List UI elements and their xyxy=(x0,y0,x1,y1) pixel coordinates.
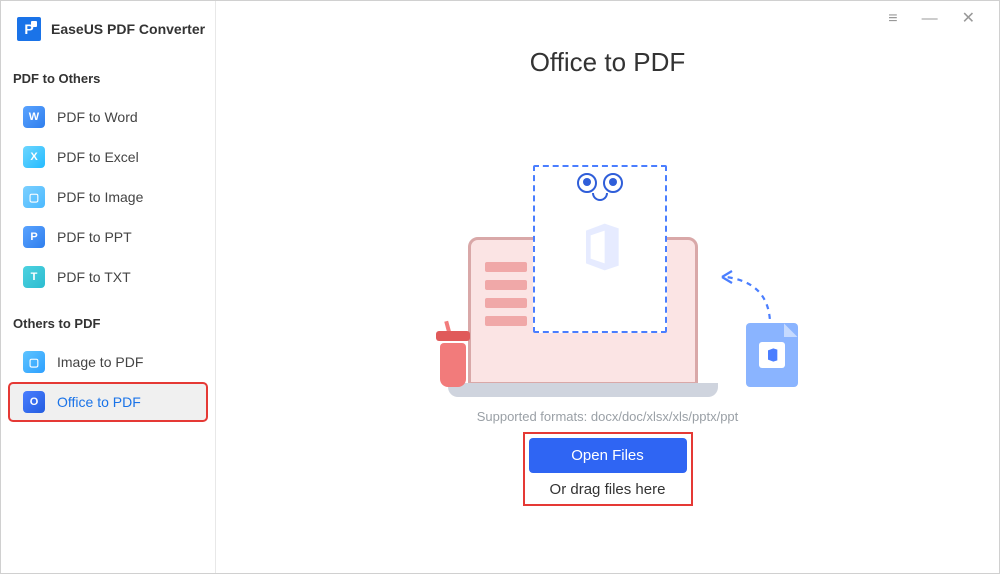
office-logo-icon xyxy=(572,219,628,275)
eyes-icon xyxy=(577,173,623,193)
section-others-to-pdf-label: Others to PDF xyxy=(1,308,215,341)
document-graphic xyxy=(533,165,667,333)
sidebar-item-label: PDF to Word xyxy=(57,109,138,125)
sidebar-item-pdf-to-image[interactable]: ▢ PDF to Image xyxy=(9,178,207,216)
office-icon: O xyxy=(23,391,45,413)
sidebar-item-label: PDF to Excel xyxy=(57,149,139,165)
drop-zone[interactable]: Supported formats: docx/doc/xlsx/xls/ppt… xyxy=(216,78,999,573)
menu-icon[interactable]: ≡ xyxy=(888,11,897,27)
sidebar-item-pdf-to-ppt[interactable]: P PDF to PPT xyxy=(9,218,207,256)
app-title: EaseUS PDF Converter xyxy=(51,21,205,37)
app-root: P EaseUS PDF Converter PDF to Others W P… xyxy=(1,1,999,573)
image-icon: ▢ xyxy=(23,186,45,208)
sidebar-item-label: PDF to Image xyxy=(57,189,143,205)
sidebar-item-office-to-pdf[interactable]: O Office to PDF xyxy=(9,383,207,421)
sidebar-item-label: Office to PDF xyxy=(57,394,141,410)
excel-icon: X xyxy=(23,146,45,168)
minimize-icon[interactable]: — xyxy=(922,11,938,27)
word-icon: W xyxy=(23,106,45,128)
txt-icon: T xyxy=(23,266,45,288)
ppt-icon: P xyxy=(23,226,45,248)
sidebar-item-label: Image to PDF xyxy=(57,354,143,370)
sidebar-item-pdf-to-word[interactable]: W PDF to Word xyxy=(9,98,207,136)
image-icon: ▢ xyxy=(23,351,45,373)
sidebar: P EaseUS PDF Converter PDF to Others W P… xyxy=(1,1,216,573)
sidebar-item-label: PDF to PPT xyxy=(57,229,132,245)
laptop-base-graphic xyxy=(448,383,718,397)
mouth-icon xyxy=(592,193,608,201)
office-file-icon xyxy=(746,323,798,387)
action-highlight: Open Files Or drag files here xyxy=(523,432,693,506)
sidebar-item-pdf-to-txt[interactable]: T PDF to TXT xyxy=(9,258,207,296)
main-content: ≡ — ✕ Office to PDF xyxy=(216,1,999,573)
supported-formats-text: Supported formats: docx/doc/xlsx/xls/ppt… xyxy=(477,409,739,424)
page-title: Office to PDF xyxy=(216,47,999,78)
sidebar-item-pdf-to-excel[interactable]: X PDF to Excel xyxy=(9,138,207,176)
cup-graphic xyxy=(436,325,470,387)
window-titlebar: ≡ — ✕ xyxy=(216,1,999,37)
section-pdf-to-others-label: PDF to Others xyxy=(1,63,215,96)
sidebar-item-image-to-pdf[interactable]: ▢ Image to PDF xyxy=(9,343,207,381)
illustration xyxy=(438,175,778,385)
drag-files-text: Or drag files here xyxy=(550,473,666,500)
close-icon[interactable]: ✕ xyxy=(962,11,975,27)
app-logo-icon: P xyxy=(17,17,41,41)
open-files-button[interactable]: Open Files xyxy=(529,438,687,473)
sidebar-item-label: PDF to TXT xyxy=(57,269,131,285)
brand: P EaseUS PDF Converter xyxy=(1,13,215,63)
